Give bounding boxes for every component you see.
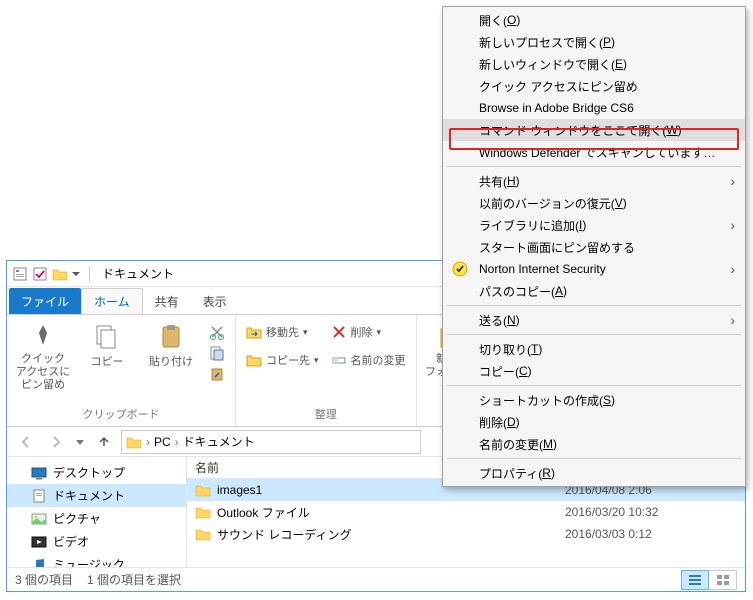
- ctx-separator: [447, 305, 741, 306]
- delete-button[interactable]: 削除▾: [329, 323, 408, 341]
- view-details-button[interactable]: [681, 570, 709, 590]
- nav-forward-button[interactable]: [43, 430, 69, 454]
- qat-properties[interactable]: [11, 265, 29, 283]
- copy-to-button[interactable]: コピー先▾: [244, 351, 321, 369]
- status-item-count: 3 個の項目: [15, 571, 73, 588]
- nav-up-button[interactable]: [91, 430, 117, 454]
- copy-path-small-button[interactable]: [207, 344, 227, 362]
- ctx-pin-quick-access[interactable]: クイック アクセスにピン留め: [443, 75, 745, 97]
- breadcrumb-documents[interactable]: ドキュメント: [183, 433, 255, 450]
- organize-group-label: 整理: [315, 404, 337, 424]
- file-row-outlook[interactable]: Outlook ファイル 2016/03/20 10:32: [187, 501, 745, 523]
- ctx-share[interactable]: 共有(H): [443, 170, 745, 192]
- ctx-pin-to-start[interactable]: スタート画面にピン留めする: [443, 236, 745, 258]
- ctx-cut[interactable]: 切り取り(T): [443, 338, 745, 360]
- move-to-button[interactable]: 移動先▾: [244, 323, 321, 341]
- ctx-restore-previous[interactable]: 以前のバージョンの復元(V): [443, 192, 745, 214]
- pin-quick-label: クイック アクセスにピン留め: [15, 353, 71, 393]
- nav-documents[interactable]: ドキュメント: [7, 484, 186, 507]
- clipboard-group-label: クリップボード: [83, 404, 160, 424]
- window-title: ドキュメント: [102, 265, 174, 282]
- navigation-pane: デスクトップ ドキュメント ピクチャ ビデオ ミュージック: [7, 457, 187, 567]
- breadcrumb-pc[interactable]: PC: [154, 435, 171, 449]
- paste-button[interactable]: 貼り付け: [143, 319, 199, 369]
- nav-videos[interactable]: ビデオ: [7, 530, 186, 553]
- ctx-open[interactable]: 開く(O): [443, 9, 745, 31]
- paste-label: 貼り付け: [149, 353, 193, 369]
- ctx-norton[interactable]: Norton Internet Security: [443, 258, 745, 280]
- nav-recent-dropdown[interactable]: [73, 430, 87, 454]
- tab-share[interactable]: 共有: [143, 288, 191, 314]
- ctx-copy-path[interactable]: パスのコピー(A): [443, 280, 745, 302]
- status-selected-count: 1 個の項目を選択: [87, 571, 181, 588]
- tab-view[interactable]: 表示: [191, 288, 239, 314]
- tab-file[interactable]: ファイル: [9, 288, 81, 314]
- tab-home[interactable]: ホーム: [81, 288, 143, 314]
- ctx-add-to-library[interactable]: ライブラリに追加(I): [443, 214, 745, 236]
- ctx-send-to[interactable]: 送る(N): [443, 309, 745, 331]
- ctx-properties[interactable]: プロパティ(R): [443, 462, 745, 484]
- qat-checkbox[interactable]: [31, 265, 49, 283]
- pin-quick-button[interactable]: クイック アクセスにピン留め: [15, 319, 71, 393]
- context-menu: 開く(O) 新しいプロセスで開く(P) 新しいウィンドウで開く(E) クイック …: [442, 6, 746, 487]
- nav-music[interactable]: ミュージック: [7, 553, 186, 567]
- paste-shortcut-small-button[interactable]: [207, 365, 227, 383]
- ctx-separator: [447, 166, 741, 167]
- ctx-windows-defender-scan[interactable]: Windows Defender でスキャンしています…: [443, 141, 745, 163]
- ctx-separator: [447, 385, 741, 386]
- qat-dropdown[interactable]: [71, 265, 81, 283]
- copy-label: コピー: [91, 353, 124, 369]
- nav-back-button[interactable]: [13, 430, 39, 454]
- ctx-delete[interactable]: 削除(D): [443, 411, 745, 433]
- group-clipboard: クイック アクセスにピン留め コピー 貼り付け クリップボード: [7, 315, 236, 426]
- ctx-rename[interactable]: 名前の変更(M): [443, 433, 745, 455]
- nav-desktop[interactable]: デスクトップ: [7, 461, 186, 484]
- ctx-open-new-window[interactable]: 新しいウィンドウで開く(E): [443, 53, 745, 75]
- ctx-adobe-bridge[interactable]: Browse in Adobe Bridge CS6: [443, 97, 745, 119]
- nav-pictures[interactable]: ピクチャ: [7, 507, 186, 530]
- ctx-copy[interactable]: コピー(C): [443, 360, 745, 382]
- breadcrumb-box[interactable]: › PC › ドキュメント: [121, 430, 421, 454]
- cut-small-button[interactable]: [207, 323, 227, 341]
- group-organize: 移動先▾ コピー先▾ 削除▾ 名前の変更 整理: [236, 315, 417, 426]
- rename-button[interactable]: 名前の変更: [329, 351, 408, 369]
- ctx-open-new-process[interactable]: 新しいプロセスで開く(P): [443, 31, 745, 53]
- ctx-create-shortcut[interactable]: ショートカットの作成(S): [443, 389, 745, 411]
- file-row-sound[interactable]: サウンド レコーディング 2016/03/03 0:12: [187, 523, 745, 545]
- qat-folder-icon[interactable]: [51, 265, 69, 283]
- view-icons-button[interactable]: [709, 570, 737, 590]
- ctx-open-command-window[interactable]: コマンド ウィンドウをここで開く(W): [443, 119, 745, 141]
- copy-button[interactable]: コピー: [79, 319, 135, 369]
- ctx-separator: [447, 334, 741, 335]
- ctx-separator: [447, 458, 741, 459]
- norton-icon: [451, 260, 469, 278]
- status-bar: 3 個の項目 1 個の項目を選択: [7, 567, 745, 591]
